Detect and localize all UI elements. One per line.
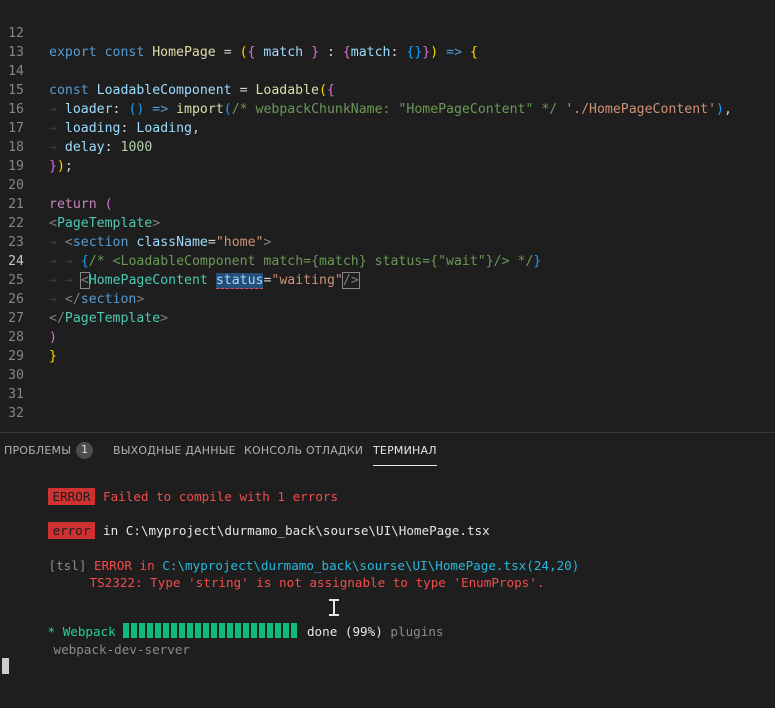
terminal-line: * Webpack done (99%) plugins <box>2 605 443 639</box>
line-number: 32 <box>8 406 24 421</box>
code-line[interactable]: 22 → <section className="home"> <box>0 195 775 250</box>
progress-percent: (99%) <box>344 624 383 639</box>
code-line[interactable]: 32 <box>0 385 775 421</box>
terminal-line: error in C:\myproject\durmamo_back\sours… <box>2 504 490 539</box>
code-line-active[interactable]: 24 → → <HomePageContent status="waiting"… <box>0 233 775 289</box>
code-line[interactable]: 27 ) <box>0 290 775 345</box>
code-line[interactable]: 12 export const HomePage = ({ match } : … <box>0 5 775 60</box>
error-badge: error <box>47 522 96 539</box>
code-line[interactable]: 25 → </section> <box>0 252 775 307</box>
code-line[interactable]: 13 <box>0 24 775 60</box>
terminal-text: webpack-dev-server <box>53 642 190 657</box>
code-line[interactable]: 30 <box>0 347 775 383</box>
text-cursor-icon <box>329 599 339 616</box>
error-message: TS2322: Type 'string' is not assignable … <box>89 575 545 590</box>
terminal-line: ERROR Failed to compile with 1 errors <box>2 470 338 505</box>
code-line[interactable]: 18 }); <box>0 119 775 174</box>
tab-terminal-label: ТЕРМИНАЛ <box>373 444 437 457</box>
tab-terminal[interactable]: ТЕРМИНАЛ <box>373 433 437 469</box>
code-line[interactable]: 15 → loader: () => import(/* webpackChun… <box>0 62 775 117</box>
code-line[interactable]: 28 } <box>0 309 775 364</box>
terminal-line: webpack-dev-server <box>8 623 190 657</box>
tab-output[interactable]: ВЫХОДНЫЕ ДАННЫЕ <box>113 433 236 469</box>
terminal-line: [tsl] ERROR in C:\myproject\durmamo_back… <box>3 539 580 573</box>
code-line[interactable]: 29 <box>0 328 775 364</box>
panel-tabs: ПРОБЛЕМЫ 1 ВЫХОДНЫЕ ДАННЫЕ КОНСОЛЬ ОТЛАДК… <box>0 433 775 469</box>
tab-debug-console[interactable]: КОНСОЛЬ ОТЛАДКИ <box>244 433 363 469</box>
terminal-text: in <box>103 523 119 538</box>
tab-problems-label: ПРОБЛЕМЫ <box>4 444 72 457</box>
code-line[interactable]: 19 <box>0 138 775 174</box>
code-line[interactable]: 16 → loading: Loading, <box>0 81 775 136</box>
tab-debug-console-label: КОНСОЛЬ ОТЛАДКИ <box>244 444 364 457</box>
code-line[interactable]: 26 </PageTemplate> <box>0 271 775 326</box>
error-badge: ERROR <box>47 488 96 505</box>
tab-problems[interactable]: ПРОБЛЕМЫ 1 <box>4 433 94 469</box>
code-line[interactable]: 23 → → {/* <LoadableComponent match={mat… <box>0 214 775 269</box>
code-line[interactable]: 17 → delay: 1000 <box>0 100 775 155</box>
terminal-line: TS2322: Type 'string' is not assignable … <box>44 556 545 590</box>
terminal-text: plugins <box>390 624 444 639</box>
code-line[interactable]: 14 const LoadableComponent = Loadable({ <box>0 43 775 98</box>
code-line[interactable]: 31 <box>0 366 775 402</box>
error-message: Failed to compile with 1 errors <box>103 489 339 504</box>
terminal-cursor <box>2 658 9 674</box>
bottom-panel: ПРОБЛЕМЫ 1 ВЫХОДНЫЕ ДАННЫЕ КОНСОЛЬ ОТЛАДК… <box>0 432 775 708</box>
tab-output-label: ВЫХОДНЫЕ ДАННЫЕ <box>113 444 236 457</box>
code-line[interactable]: 20 return ( <box>0 157 775 212</box>
code-editor[interactable]: 12 export const HomePage = ({ match } : … <box>0 0 775 432</box>
code-line[interactable]: 21 <PageTemplate> <box>0 176 775 231</box>
problems-count-badge: 1 <box>76 441 94 459</box>
terminal-text: done <box>306 624 338 639</box>
file-path[interactable]: C:\myproject\durmamo_back\sourse\UI\Home… <box>126 523 490 538</box>
